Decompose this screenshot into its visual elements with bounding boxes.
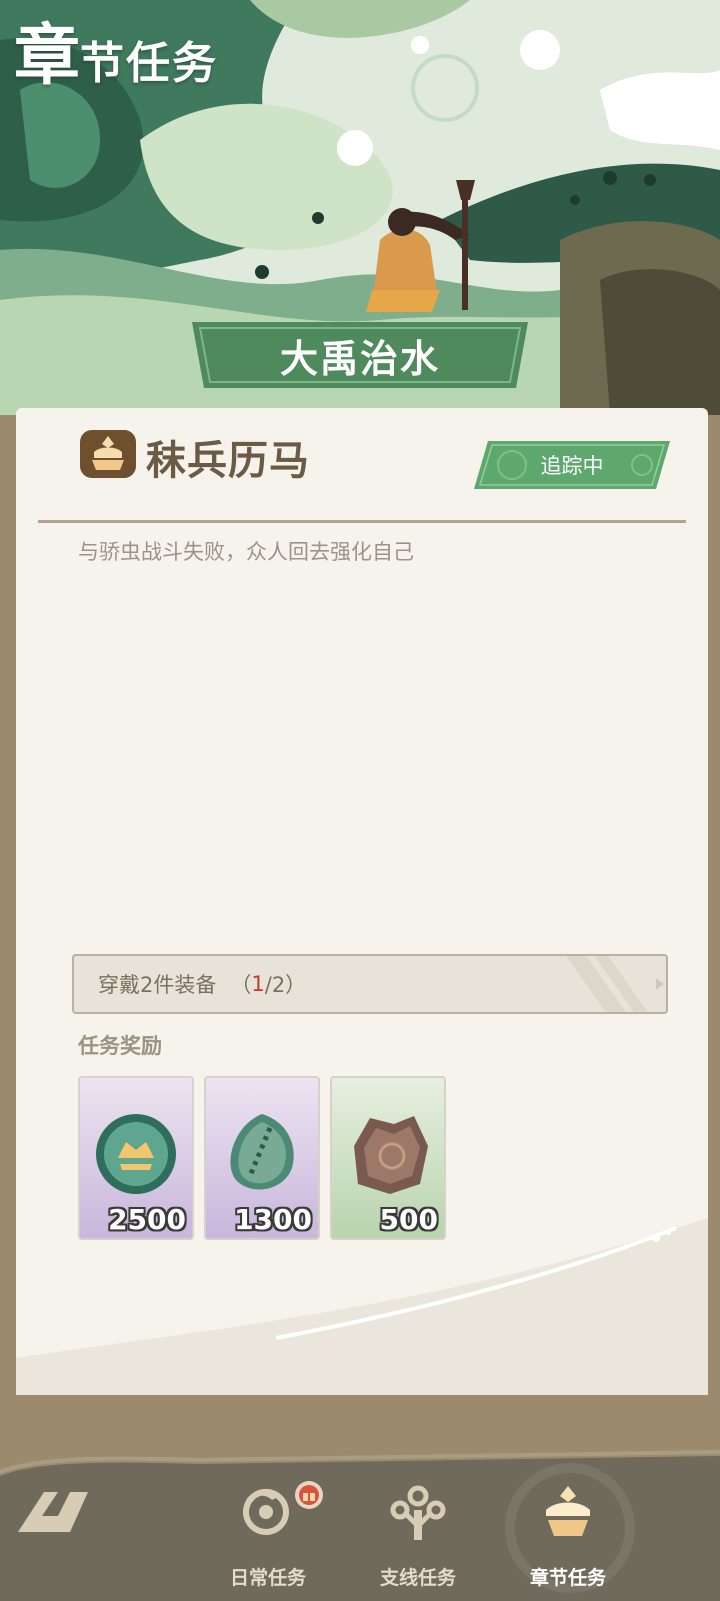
bird-icon <box>243 1488 289 1535</box>
objective-text: 穿戴2件装备 （1/2） <box>98 956 306 1012</box>
tab-label: 日常任务 <box>229 1567 306 1589</box>
page-title-rest: 节任务 <box>80 38 218 89</box>
chest-icon <box>546 1486 590 1536</box>
bottom-navigation: 日常任务 支线任务 章节任务 <box>0 1436 720 1601</box>
objective-stripes <box>566 956 664 1012</box>
page-title: 章节任务 <box>14 2 218 98</box>
tab-side-quests[interactable]: 支线任务 <box>358 1480 478 1600</box>
gift-badge-icon <box>295 1481 323 1509</box>
objective-current: 1 <box>251 972 265 996</box>
chapter-banner: 章节任务 大禹治水 <box>0 0 720 415</box>
quest-objective: 穿戴2件装备 （1/2） <box>72 954 668 1014</box>
card-wave-decoration <box>16 1218 708 1395</box>
objective-open: （ <box>230 973 252 997</box>
branch-icon <box>390 1485 446 1540</box>
tracking-button[interactable]: 追踪中 <box>472 439 672 491</box>
tab-chapter-quests[interactable]: 章节任务 <box>508 1480 628 1600</box>
quest-description: 与骄虫战斗失败，众人回去强化自己 <box>78 540 414 564</box>
page-title-first-char: 章 <box>14 17 80 94</box>
back-arrow-icon[interactable] <box>8 1484 92 1540</box>
tracking-label: 追踪中 <box>540 454 604 478</box>
rewards-heading: 任务奖励 <box>78 1034 162 1058</box>
title-divider <box>38 520 686 523</box>
tab-label: 章节任务 <box>529 1567 606 1589</box>
tab-label: 支线任务 <box>379 1567 456 1589</box>
quest-title: 秣兵历马 <box>146 438 310 484</box>
objective-label: 穿戴2件装备 <box>98 973 217 997</box>
objective-total: /2） <box>264 973 307 997</box>
chapter-name: 大禹治水 <box>279 336 440 381</box>
quest-card: 秣兵历马 追踪中 与骄虫战斗失败，众人回去强化自己 穿戴2件装备 （1/2） 任… <box>16 408 708 1395</box>
chest-icon <box>80 430 136 478</box>
chapter-name-plate: 大禹治水 <box>186 316 534 394</box>
